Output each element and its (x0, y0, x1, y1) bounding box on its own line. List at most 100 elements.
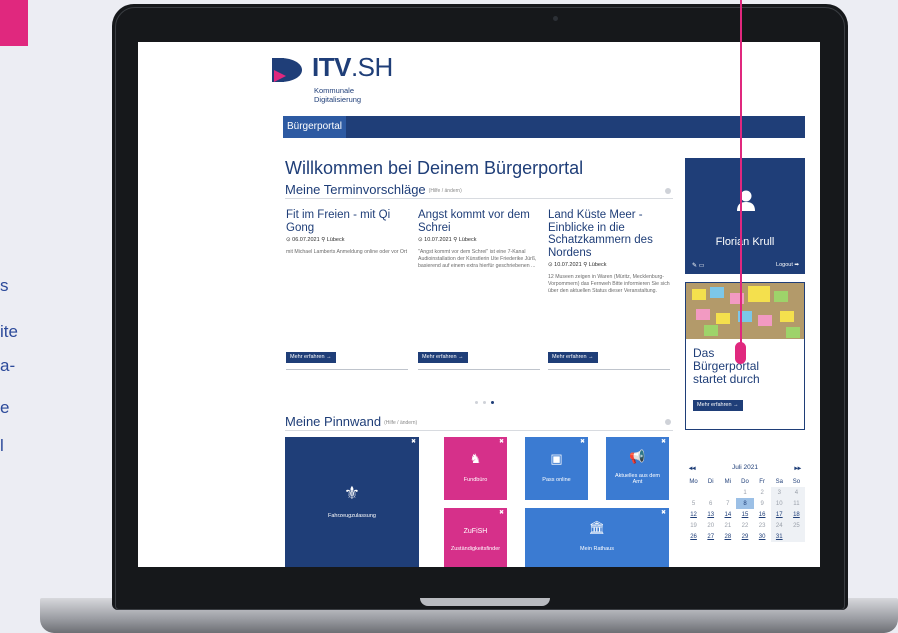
calendar-day[interactable]: 19 (685, 520, 702, 531)
calendar-day[interactable]: 28 (719, 531, 736, 542)
calendar-day (719, 487, 736, 498)
appointments-help-link[interactable]: (Hilfe / ändern) (429, 188, 462, 194)
calendar-day[interactable]: 12 (685, 509, 702, 520)
calendar-day[interactable]: 1 (736, 487, 753, 498)
laptop-screen: ITV.SH Kommunale Digitalisierung Bürgerp… (138, 42, 820, 567)
tile-label: Pass online (542, 477, 571, 483)
tile-label: Fundbüro (463, 477, 488, 483)
slide-text-line: ite (0, 322, 18, 341)
appointment-title[interactable]: Fit im Freien - mit Qi Gong (286, 209, 408, 234)
calendar-day (702, 487, 719, 498)
calendar-day[interactable]: 22 (736, 520, 753, 531)
calendar-day[interactable]: 18 (787, 509, 805, 520)
calendar-day[interactable]: 7 (719, 498, 736, 509)
pinboard-tile-responsibility-finder[interactable]: ✖ ZuFiSH Zuständigkeitsfinder (444, 508, 507, 567)
tile-remove-icon[interactable]: ✖ (580, 438, 585, 445)
main-navbar: Bürgerportal (283, 116, 805, 138)
appointment-card[interactable]: Land Küste Meer - Einblicke in die Schat… (548, 209, 670, 295)
nav-tab-buergerportal[interactable]: Bürgerportal (283, 116, 347, 138)
calendar-day[interactable]: 4 (787, 487, 805, 498)
more-info-button[interactable]: Mehr erfahren → (286, 352, 336, 363)
calendar-day (685, 487, 702, 498)
calendar-day[interactable]: 27 (702, 531, 719, 542)
profile-name: Florian Krull (715, 236, 775, 248)
calendar-day[interactable]: 30 (754, 531, 771, 542)
calendar-day[interactable]: 10 (770, 498, 788, 509)
tile-remove-icon[interactable]: ✖ (661, 438, 666, 445)
calendar-day[interactable]: 2 (754, 487, 771, 498)
car-icon[interactable]: ▭ (699, 263, 705, 269)
calendar-day[interactable]: 17 (770, 509, 788, 520)
slide-text-line: a- (0, 356, 16, 375)
appointment-title[interactable]: Angst kommt vor dem Schrei (418, 209, 540, 234)
carousel-dot[interactable] (475, 401, 478, 404)
profile-card: Florian Krull ✎ ▭ Logout ➡ (685, 158, 805, 274)
calendar-next-icon[interactable]: ▸▸ (794, 464, 801, 472)
calendar-widget: ◂◂ Juli 2021 ▸▸ Mo Di Mi Do Fr Sa So 123… (685, 462, 805, 567)
annotation-pointer-marker (735, 342, 746, 364)
pinboard-help-link[interactable]: (Hilfe / ändern) (384, 420, 417, 426)
bag-icon: ♞ (469, 451, 482, 466)
appointment-description: 12 Museen zeigen in Waren (Müritz, Meckl… (548, 274, 670, 294)
tile-remove-icon[interactable]: ✖ (411, 438, 416, 445)
calendar-day (787, 531, 805, 542)
pinboard-tile-lost-and-found[interactable]: ✖ ♞ Fundbüro (444, 437, 507, 500)
calendar-day[interactable]: 21 (719, 520, 736, 531)
pinboard-tile-passport-online[interactable]: ✖ ▣ Pass online (525, 437, 588, 500)
calendar-day[interactable]: 16 (754, 509, 771, 520)
camera-icon (553, 16, 558, 21)
pinboard-tile-my-townhall[interactable]: ✖ 🏛 Mein Rathaus (525, 508, 669, 567)
calendar-header: ◂◂ Juli 2021 ▸▸ (685, 462, 805, 474)
calendar-month: Juli 2021 (731, 464, 759, 471)
calendar-day[interactable]: 23 (754, 520, 771, 531)
calendar-day[interactable]: 20 (702, 520, 719, 531)
calendar-day[interactable]: 8 (736, 498, 754, 509)
card-divider (418, 369, 540, 370)
appointment-description: "Angst kommt vor dem Schrei" ist eine 7-… (418, 249, 537, 269)
calendar-day[interactable]: 6 (702, 498, 719, 509)
eagle-icon: ⚜ (343, 483, 361, 503)
calendar-day[interactable]: 3 (770, 487, 788, 498)
calendar-day[interactable]: 25 (787, 520, 805, 531)
calendar-day[interactable]: 13 (702, 509, 719, 520)
appointment-card[interactable]: Fit im Freien - mit Qi Gong ⊙ 06.07.2021… (286, 209, 408, 256)
more-info-button[interactable]: Mehr erfahren → (418, 352, 468, 363)
edit-icon[interactable]: ✎ (692, 263, 697, 269)
slide-text-line: l (0, 436, 4, 455)
section-divider (285, 198, 673, 199)
calendar-day[interactable]: 31 (770, 531, 788, 542)
news-more-button[interactable]: Mehr erfahren → (693, 400, 743, 411)
news-title: Das Bürgerportal startet durch (693, 346, 760, 386)
more-info-button[interactable]: Mehr erfahren → (548, 352, 598, 363)
pinboard-tile-vehicle-registration[interactable]: ✖ ⚜ Fahrzeugzulassung (285, 437, 419, 567)
calendar-day[interactable]: 29 (736, 531, 753, 542)
appointments-heading: Meine Terminvorschläge (Hilfe / ändern) (285, 182, 462, 197)
appointment-meta: ⊙ 06.07.2021 ⚲ Lübeck (286, 237, 345, 243)
calendar-grid: Mo Di Mi Do Fr Sa So 1 2 3 4 5 6 7 8 9 10 11 12 13 14… (685, 476, 805, 542)
appointment-title[interactable]: Land Küste Meer - Einblicke in die Schat… (548, 209, 670, 259)
logout-link[interactable]: Logout ➡ (776, 262, 799, 268)
tile-remove-icon[interactable]: ✖ (499, 509, 504, 516)
calendar-day[interactable]: 24 (770, 520, 788, 531)
appointment-card[interactable]: Angst kommt vor dem Schrei ⊙ 10.07.2021 … (418, 209, 540, 270)
weekday-label: Mi (724, 478, 732, 485)
tile-remove-icon[interactable]: ✖ (661, 509, 666, 516)
carousel-dot[interactable] (483, 401, 486, 404)
carousel-dot-active[interactable] (491, 401, 494, 404)
calendar-day[interactable]: 5 (685, 498, 702, 509)
pinboard-settings-icon[interactable] (665, 419, 671, 425)
tile-remove-icon[interactable]: ✖ (499, 438, 504, 445)
profile-actions: ✎ ▭ (692, 262, 704, 269)
megaphone-icon: 📢 (629, 449, 646, 464)
id-card-icon: ▣ (550, 451, 563, 466)
calendar-day[interactable]: 14 (719, 509, 736, 520)
brand-name[interactable]: ITV.SH (312, 52, 393, 83)
pinboard-tile-news-from-office[interactable]: ✖ 📢 Aktuelles aus dem Amt (606, 437, 669, 500)
calendar-day[interactable]: 15 (736, 509, 753, 520)
page-title: Willkommen bei Deinem Bürgerportal (285, 158, 584, 178)
appointments-settings-icon[interactable] (665, 188, 671, 194)
calendar-day[interactable]: 26 (685, 531, 702, 542)
card-divider (548, 369, 670, 370)
calendar-day[interactable]: 11 (787, 498, 805, 509)
calendar-day[interactable]: 9 (754, 498, 771, 509)
